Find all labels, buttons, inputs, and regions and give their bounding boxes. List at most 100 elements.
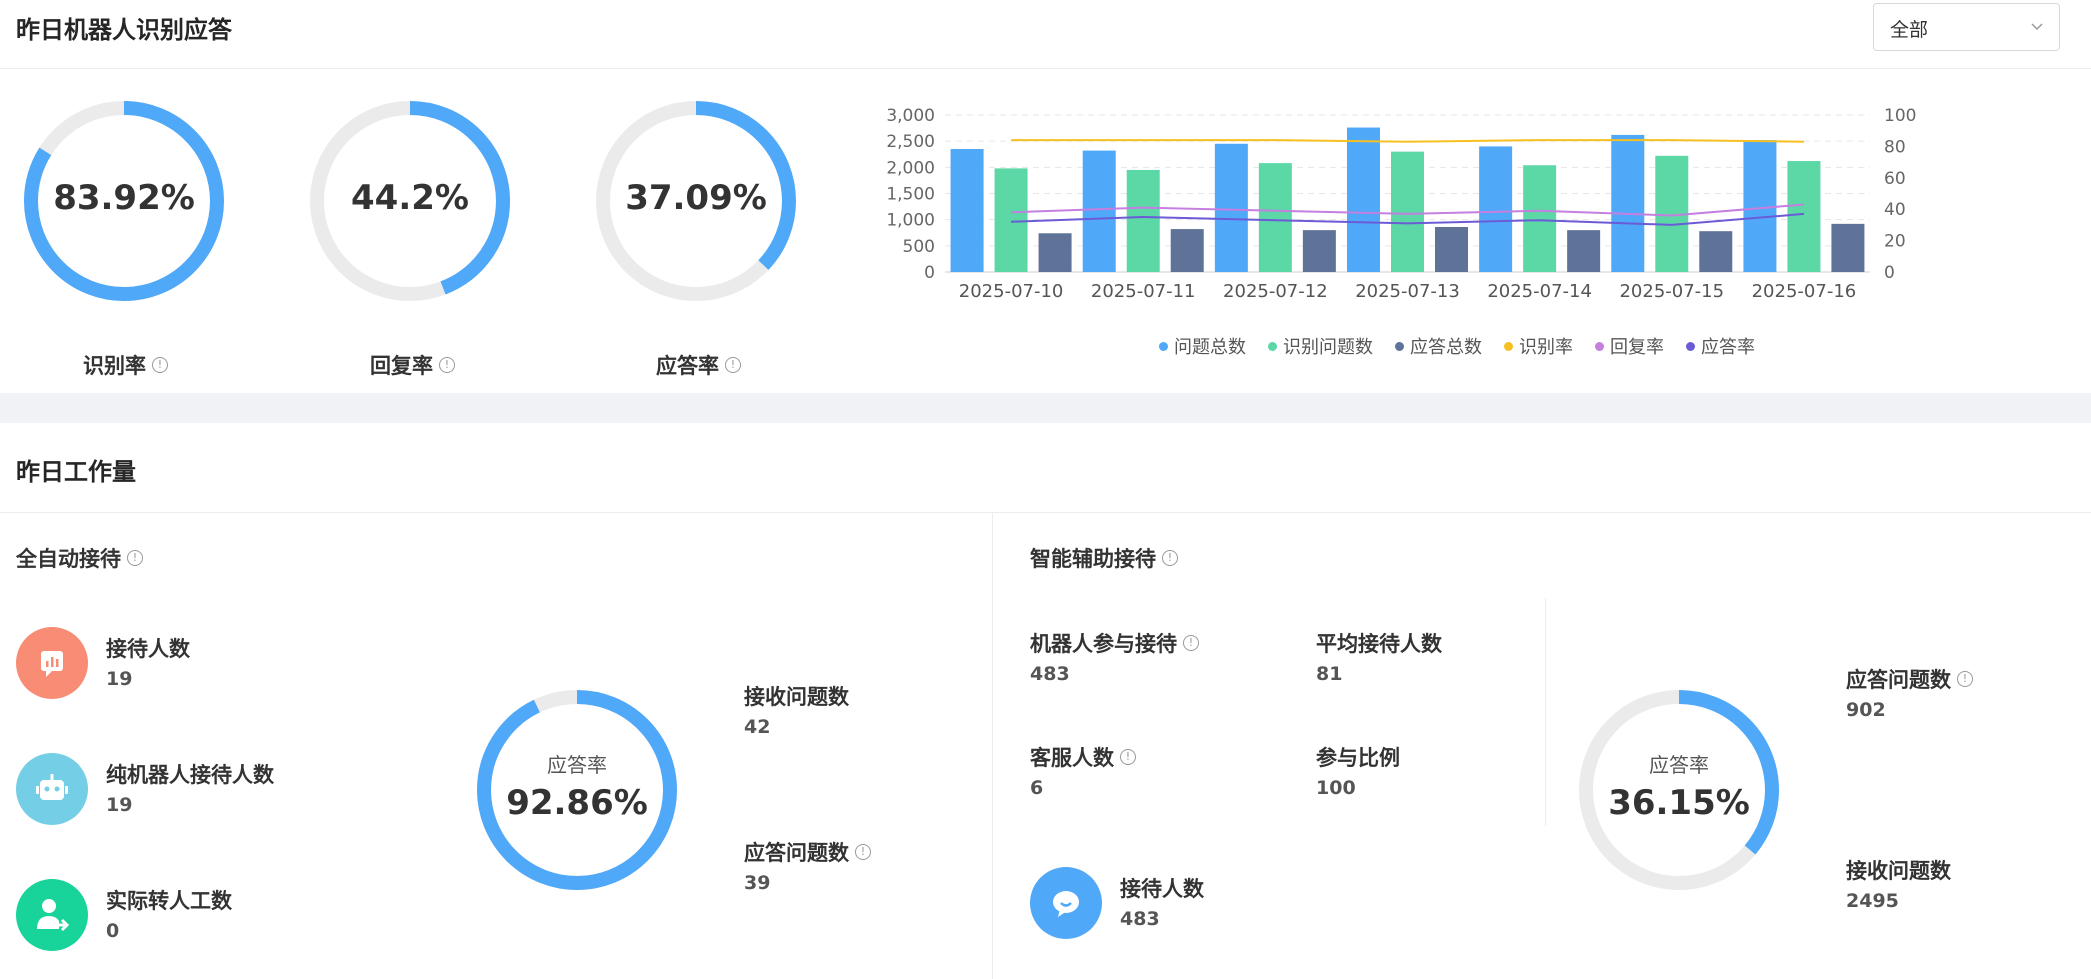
y-tick-right: 40 — [1884, 200, 1906, 220]
legend-item[interactable]: 应答率 — [1686, 333, 1755, 359]
legend-label: 识别率 — [1519, 337, 1573, 358]
legend-dot — [1159, 341, 1168, 351]
assist-reception-count-label: 接待人数 — [1120, 877, 1204, 901]
legend-dot — [1268, 341, 1277, 351]
transfer-person-icon — [16, 879, 88, 951]
y-tick-right: 100 — [1884, 106, 1916, 126]
avg-reception-value: 81 — [1316, 663, 1343, 685]
y-tick-right: 20 — [1884, 232, 1906, 252]
y-tick-left: 1,000 — [886, 211, 935, 231]
pure-robot-count-label: 纯机器人接待人数 — [106, 763, 274, 787]
pure-robot-count-value: 19 — [106, 794, 133, 816]
legend-item[interactable]: 回复率 — [1595, 333, 1664, 359]
info-icon[interactable]: ! — [725, 357, 741, 373]
ring-label-text: 应答率 — [656, 354, 719, 378]
bar — [1126, 169, 1160, 272]
bar — [1831, 223, 1865, 272]
bar — [1435, 226, 1468, 272]
participation-ratio-value: 100 — [1316, 777, 1356, 799]
ring-gauge-answer: 37.09% — [593, 98, 799, 304]
assist-reception-title: 智能辅助接待! — [1030, 543, 1178, 573]
robot-participate-label-text: 机器人参与接待 — [1030, 632, 1177, 656]
workload-title: 昨日工作量 — [16, 458, 136, 486]
bar — [1302, 230, 1336, 272]
assist-answered-value: 902 — [1846, 699, 1886, 721]
y-tick-left: 1,500 — [886, 185, 935, 205]
bar — [1743, 140, 1777, 272]
y-tick-right: 80 — [1884, 137, 1906, 157]
ring-gauge-reply: 44.2% — [307, 98, 513, 304]
legend-item[interactable]: 应答总数 — [1395, 333, 1482, 359]
chevron-down-icon — [2031, 23, 2043, 31]
participation-ratio-label: 参与比例 — [1316, 746, 1400, 770]
legend-label: 应答总数 — [1410, 337, 1482, 358]
range-select-value: 全部 — [1890, 19, 1929, 41]
legend-dot — [1595, 341, 1604, 351]
transfer-count-value: 0 — [106, 920, 120, 942]
bar — [1787, 161, 1821, 272]
y-tick-left: 3,000 — [886, 106, 935, 126]
info-icon[interactable]: ! — [1162, 550, 1178, 566]
combo-chart: 3,000 2,500 2,000 1,500 1,000 500 0 100 80 60 40 20… — [886, 106, 1916, 302]
bar — [950, 149, 984, 272]
legend-item[interactable]: 识别率 — [1504, 333, 1573, 359]
x-tick-label: 2025-07-16 — [1752, 281, 1857, 302]
section-separator — [0, 393, 2091, 423]
ring-value: 92.86% — [506, 783, 648, 823]
x-tick-label: 2025-07-13 — [1355, 281, 1460, 302]
ring-value: 44.2% — [351, 178, 469, 218]
info-icon[interactable]: ! — [1183, 635, 1199, 651]
legend-label: 问题总数 — [1174, 337, 1246, 358]
ring-label-text: 回复率 — [370, 354, 433, 378]
ring-label-reply: 回复率! — [370, 350, 455, 380]
info-icon[interactable]: ! — [152, 357, 168, 373]
avg-reception-label: 平均接待人数 — [1316, 632, 1442, 656]
chat-bubble-icon — [1030, 867, 1102, 939]
legend-item[interactable]: 识别问题数 — [1268, 333, 1373, 359]
assist-reception-count-value: 483 — [1120, 908, 1160, 930]
y-tick-left: 2,000 — [886, 158, 935, 178]
header-divider — [0, 68, 2091, 69]
y-tick-left: 0 — [924, 263, 935, 283]
page-title: 昨日机器人识别应答 — [16, 16, 232, 44]
ring-label-answer: 应答率! — [656, 350, 741, 380]
info-icon[interactable]: ! — [1120, 749, 1136, 765]
ring-value: 36.15% — [1608, 783, 1750, 823]
bar — [1347, 127, 1380, 272]
range-select[interactable]: 全部 — [1873, 3, 2060, 51]
bar — [1391, 151, 1424, 272]
y-tick-right: 0 — [1884, 263, 1895, 283]
robot-participate-label: 机器人参与接待! — [1030, 628, 1199, 658]
transfer-count-label: 实际转人工数 — [106, 889, 232, 913]
agent-count-label: 客服人数! — [1030, 742, 1136, 772]
bar — [1699, 231, 1733, 272]
legend-item[interactable]: 问题总数 — [1159, 333, 1246, 359]
legend-dot — [1504, 341, 1513, 351]
agent-count-value: 6 — [1030, 777, 1044, 799]
x-tick-label: 2025-07-14 — [1487, 281, 1592, 302]
assist-answered-label: 应答问题数! — [1846, 664, 1973, 694]
info-icon[interactable]: ! — [127, 550, 143, 566]
info-icon[interactable]: ! — [439, 357, 455, 373]
bar — [994, 168, 1028, 272]
robot-icon — [16, 753, 88, 825]
info-icon[interactable]: ! — [1957, 671, 1973, 687]
ring-caption: 应答率 — [547, 753, 607, 777]
auto-reception-title-text: 全自动接待 — [16, 547, 121, 571]
auto-received-label: 接收问题数 — [744, 685, 849, 709]
y-tick-left: 500 — [903, 237, 935, 257]
y-tick-left: 2,500 — [886, 132, 935, 152]
x-tick-label: 2025-07-15 — [1619, 281, 1724, 302]
info-icon[interactable]: ! — [855, 844, 871, 860]
legend-label: 应答率 — [1701, 337, 1755, 358]
chart-icon — [16, 627, 88, 699]
ring-label-text: 识别率 — [83, 354, 146, 378]
ring-value: 83.92% — [53, 178, 195, 218]
x-tick-label: 2025-07-11 — [1091, 281, 1196, 302]
bar — [1214, 143, 1248, 272]
chart-legend: 问题总数 识别问题数 应答总数 识别率 回复率 应答率 — [1159, 333, 1755, 359]
auto-reception-count-label: 接待人数 — [106, 637, 190, 661]
bar — [1611, 134, 1645, 272]
ring-gauge-recognition: 83.92% — [21, 98, 227, 304]
auto-received-value: 42 — [744, 716, 771, 738]
